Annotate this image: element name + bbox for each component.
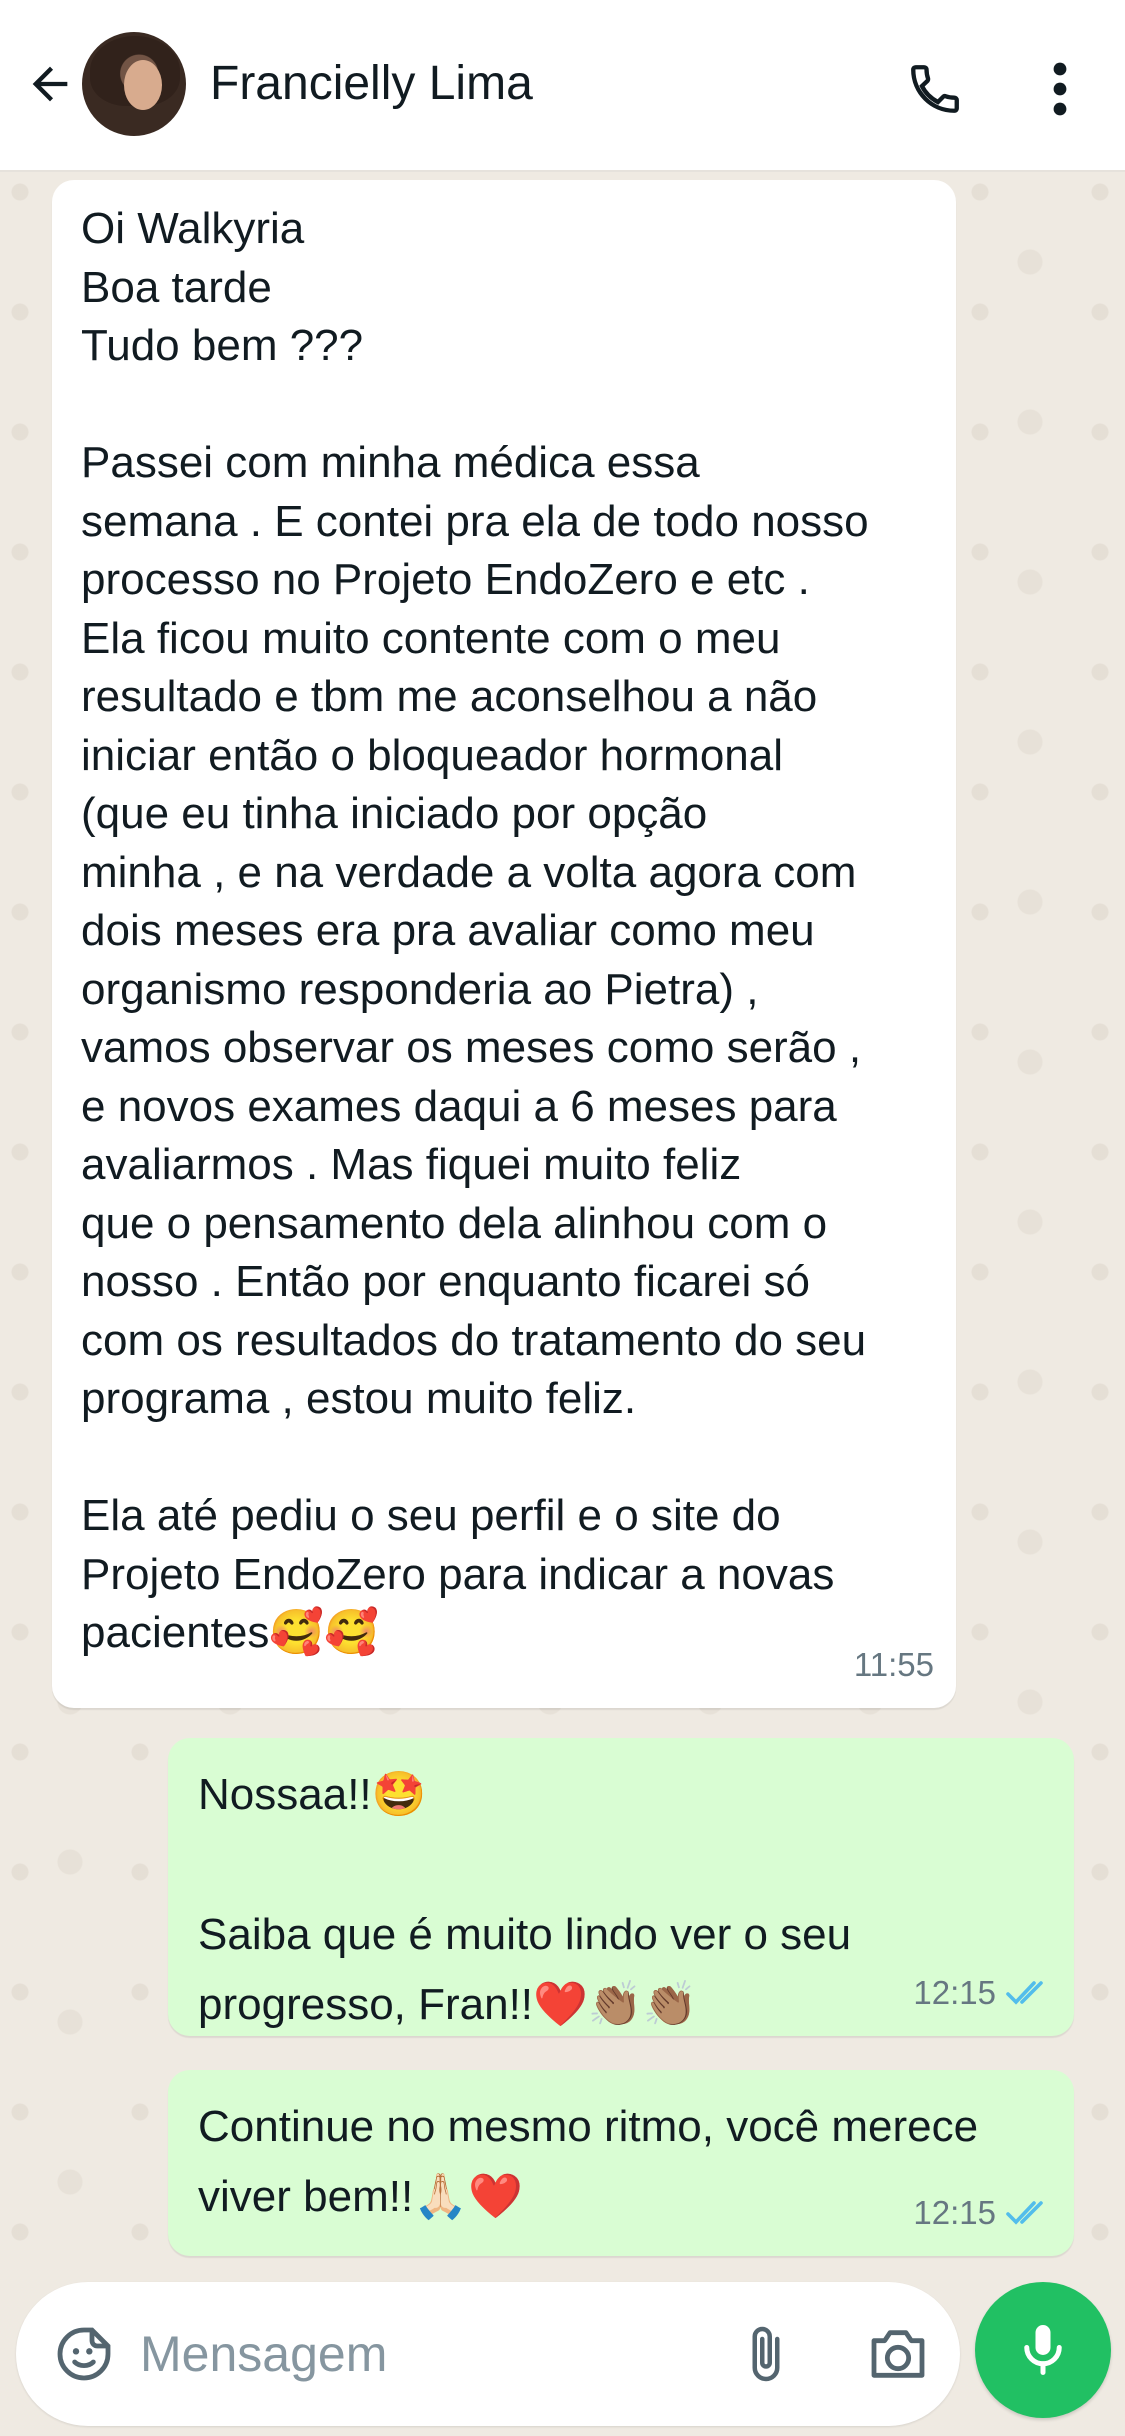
message-time: 11:55: [853, 1645, 934, 1683]
paperclip-icon: [752, 2326, 780, 2382]
message-bubble-outgoing[interactable]: Continue no mesmo ritmo, você merece viv…: [168, 2070, 1074, 2256]
attach-button[interactable]: [728, 2316, 804, 2392]
voice-call-button[interactable]: [900, 54, 970, 124]
message-meta: 11:55: [854, 1636, 934, 1695]
message-time: 12:15: [913, 1973, 996, 2011]
message-meta: 12:15: [913, 2184, 1052, 2243]
chat-area[interactable]: Oi Walkyria Boa tarde Tudo bem ??? Passe…: [0, 172, 1125, 2262]
arrow-left-icon: [32, 66, 68, 102]
message-input[interactable]: [140, 2312, 700, 2396]
more-vertical-icon: [1053, 62, 1067, 116]
back-button[interactable]: [18, 52, 82, 116]
microphone-icon: [1024, 2325, 1062, 2375]
camera-icon: [871, 2330, 925, 2378]
chat-header: Francielly Lima: [0, 0, 1125, 172]
phone-icon: [911, 65, 959, 113]
camera-button[interactable]: [858, 2316, 938, 2392]
avatar[interactable]: [82, 32, 186, 136]
message-composer: [16, 2282, 960, 2426]
contact-name[interactable]: Francielly Lima: [210, 56, 533, 111]
message-time: 12:15: [913, 2193, 996, 2231]
message-bubble-outgoing[interactable]: Nossaa!!🤩 Saiba que é muito lindo ver o …: [168, 1738, 1074, 2036]
more-options-button[interactable]: [1030, 54, 1090, 124]
double-check-icon: [1006, 2199, 1052, 2227]
double-check-icon: [1006, 1979, 1052, 2007]
message-bubble-incoming[interactable]: Oi Walkyria Boa tarde Tudo bem ??? Passe…: [52, 180, 956, 1708]
message-text: Oi Walkyria Boa tarde Tudo bem ??? Passe…: [81, 204, 869, 1657]
message-meta: 12:15: [913, 1964, 1052, 2023]
voice-record-button[interactable]: [975, 2282, 1111, 2418]
sticker-smile-icon: [57, 2327, 111, 2381]
emoji-button[interactable]: [44, 2314, 124, 2394]
